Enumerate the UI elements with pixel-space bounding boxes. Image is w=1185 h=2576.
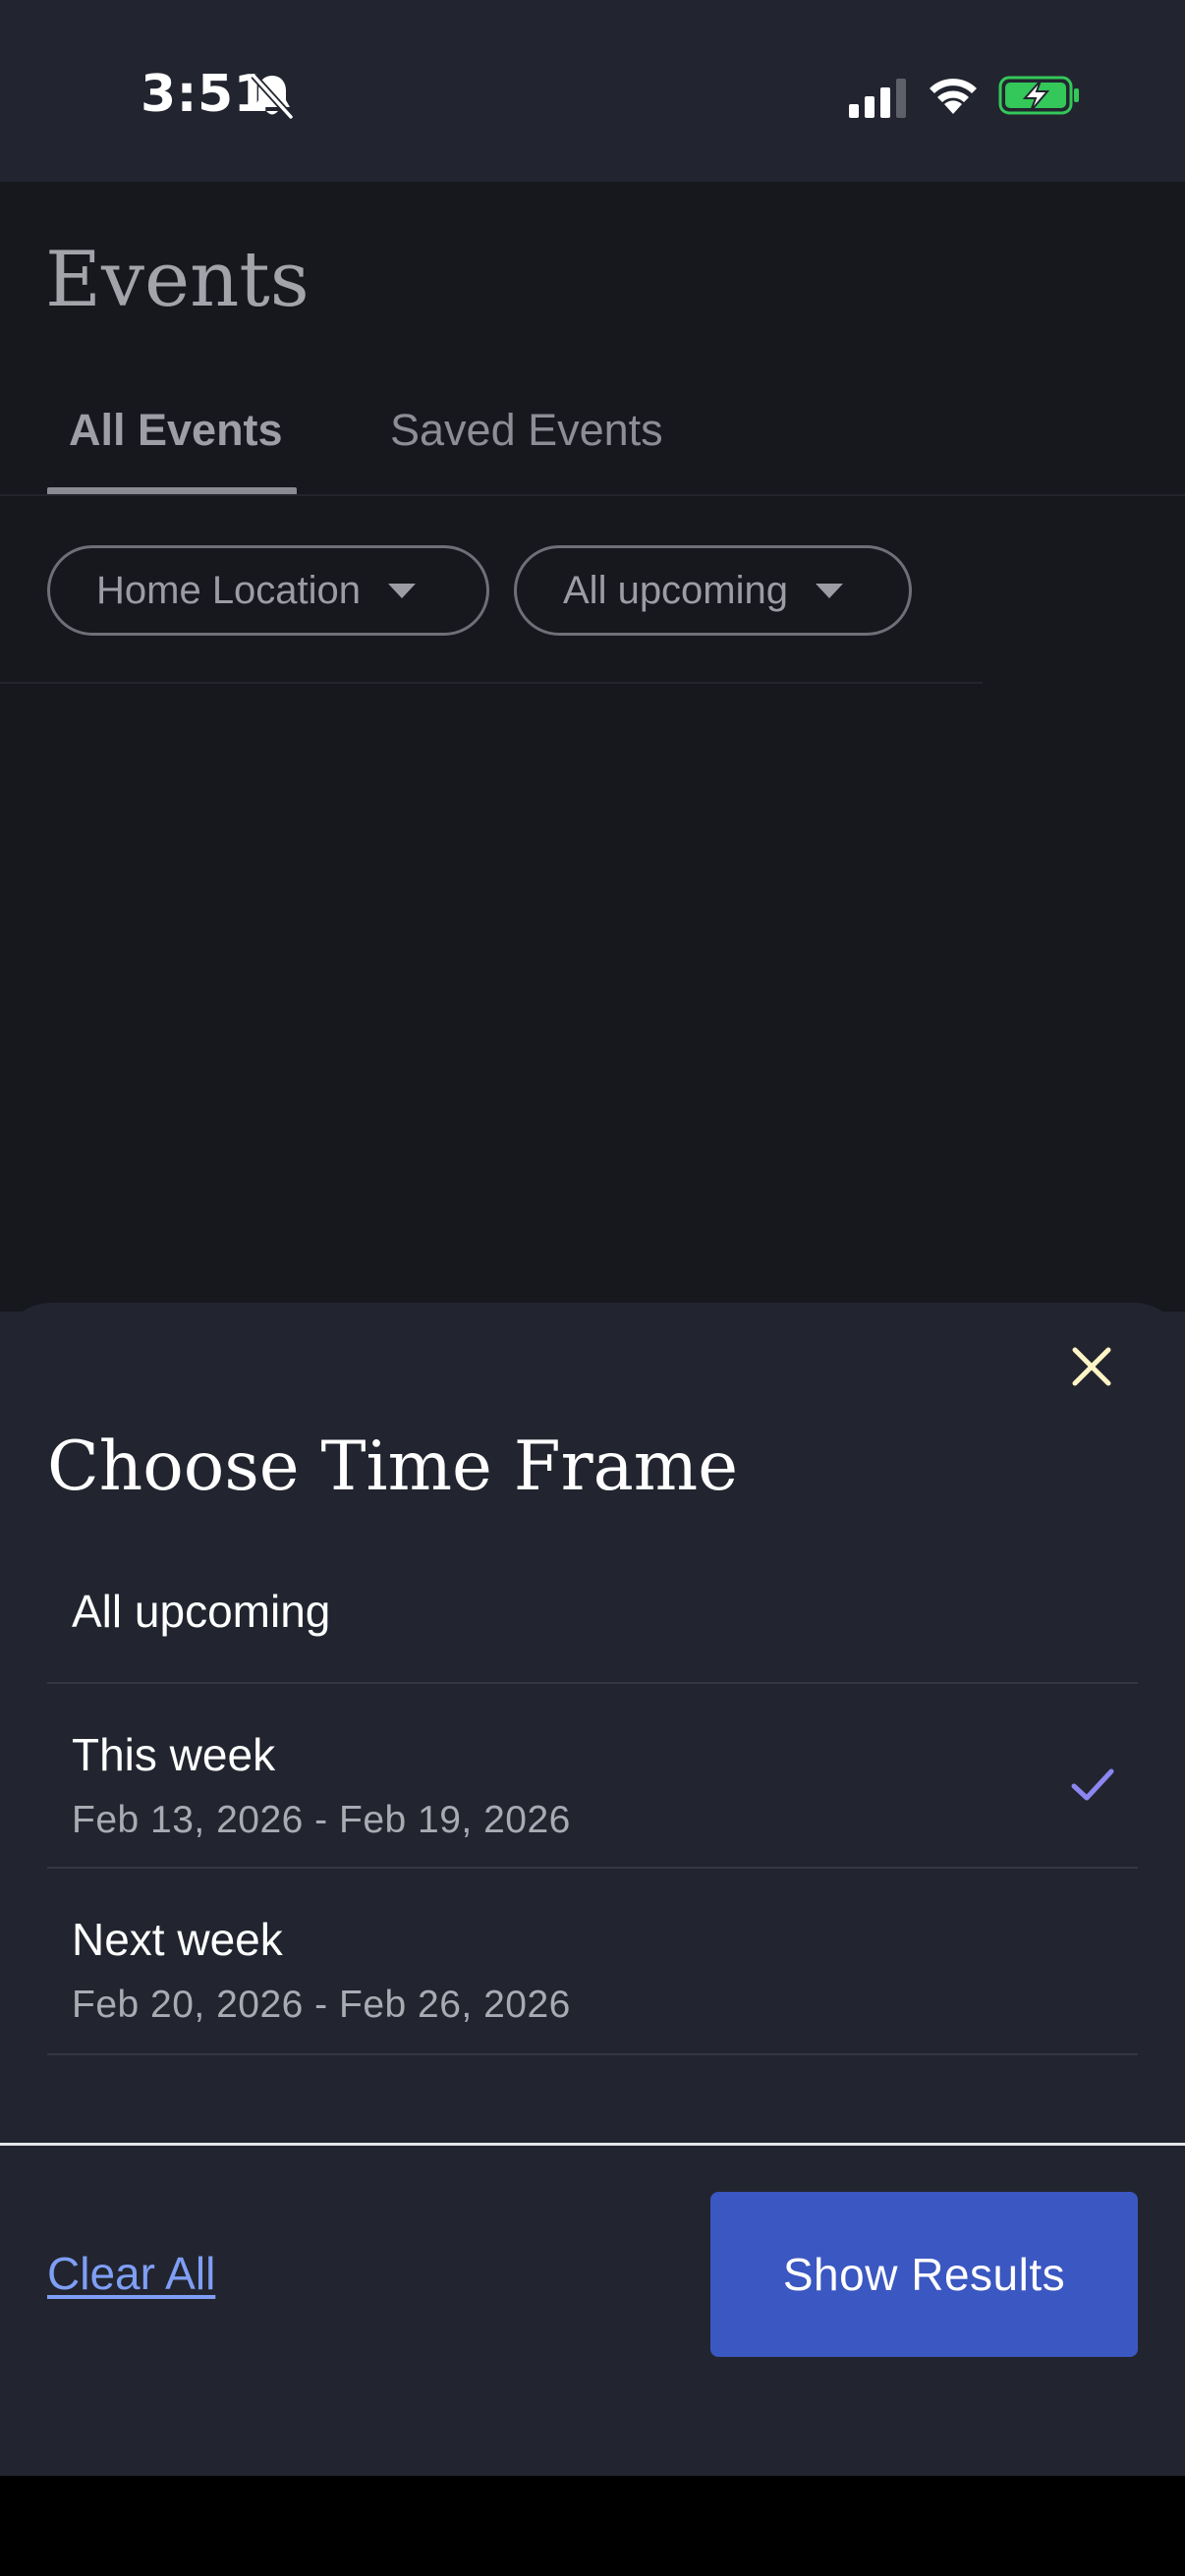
show-results-button[interactable]: Show Results (710, 2192, 1138, 2357)
filter-divider (0, 682, 983, 684)
page-title: Events (45, 236, 310, 324)
option-date-range: Feb 13, 2026 - Feb 19, 2026 (72, 1799, 571, 1841)
option-all-upcoming[interactable]: All upcoming (47, 1552, 1138, 1682)
status-bar: 3:51 (0, 0, 1185, 182)
time-frame-filter-label: All upcoming (563, 568, 789, 612)
time-frame-filter[interactable]: All upcoming (514, 545, 912, 636)
option-label: All upcoming (72, 1586, 331, 1637)
dimmed-background[interactable] (0, 182, 1185, 1312)
checkmark-icon (1071, 1768, 1114, 1801)
wifi-icon (930, 79, 977, 114)
option-next-week[interactable]: Next week Feb 20, 2026 - Feb 26, 2026 (47, 1869, 1138, 2053)
home-location-filter[interactable]: Home Location (47, 545, 489, 636)
tabs-divider (0, 494, 1185, 496)
option-this-week[interactable]: This week Feb 13, 2026 - Feb 19, 2026 (47, 1684, 1138, 1867)
caret-down-icon (816, 583, 844, 598)
sheet-footer-divider (0, 2143, 1185, 2146)
close-icon[interactable] (1069, 1344, 1114, 1389)
battery-charging-icon (998, 76, 1079, 115)
tab-saved-events[interactable]: Saved Events (390, 405, 663, 456)
cellular-signal-icon (849, 79, 906, 118)
option-date-range: Feb 20, 2026 - Feb 26, 2026 (72, 1984, 571, 2026)
clear-all-link[interactable]: Clear All (47, 2247, 215, 2300)
caret-down-icon (388, 583, 417, 598)
home-location-filter-label: Home Location (96, 568, 362, 612)
option-label: Next week (72, 1914, 283, 1965)
option-label: This week (72, 1729, 276, 1780)
option-divider (47, 2053, 1138, 2055)
screen: 3:51 Events All Events Saved Events Home… (0, 0, 1185, 2476)
tab-all-events[interactable]: All Events (69, 405, 283, 456)
sheet-title: Choose Time Frame (47, 1428, 739, 1506)
bell-slash-icon (251, 73, 294, 120)
